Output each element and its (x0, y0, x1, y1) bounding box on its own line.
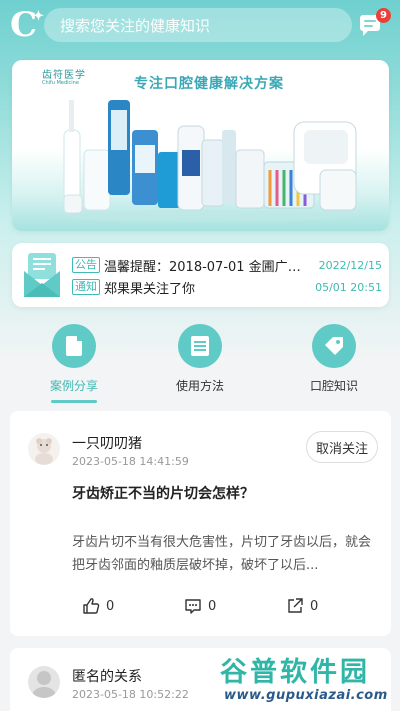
share-button[interactable]: 0 (286, 597, 318, 615)
category-nav: 案例分享 使用方法 口腔知识 (0, 320, 400, 405)
promo-banner[interactable]: 齿符医学 Chifu Medicine 专注口腔健康解决方案 (12, 60, 389, 231)
notice-card[interactable]: 公告 温馨提醒：2018-07-01 金圃广源系... 2022/12/15 通… (12, 243, 389, 307)
share-icon (288, 598, 303, 613)
like-count: 0 (106, 598, 115, 614)
notice-row[interactable]: 公告 温馨提醒：2018-07-01 金圃广源系... 2022/12/15 (72, 255, 382, 275)
app-logo: C ✦ (10, 5, 44, 45)
notice-tag: 公告 (72, 257, 100, 273)
tag-icon (312, 324, 356, 368)
tab-label: 案例分享 (49, 379, 98, 393)
watermark-url: www.gupuxiazai.com (224, 688, 388, 703)
app-header: C ✦ 搜索您关注的健康知识 9 (0, 0, 400, 52)
search-placeholder: 搜索您关注的健康知识 (60, 16, 211, 35)
post-time: 2023-05-18 14:41:59 (72, 455, 189, 468)
notice-date: 05/01 20:51 (315, 280, 382, 294)
comment-count: 0 (208, 598, 217, 614)
tab-oral-knowledge[interactable]: 口腔知识 (284, 320, 384, 394)
post-actions: 0 0 0 (72, 597, 378, 619)
unfollow-button[interactable]: 取消关注 (306, 431, 378, 463)
search-bar[interactable]: 搜索您关注的健康知识 (44, 8, 352, 42)
post-author[interactable]: 一只叨叨猪 (72, 433, 142, 453)
comment-icon (185, 599, 201, 614)
tab-usage-method[interactable]: 使用方法 (150, 320, 250, 394)
avatar[interactable] (28, 433, 60, 465)
banner-brand-sub: Chifu Medicine (42, 80, 79, 86)
notice-date: 2022/12/15 (318, 258, 382, 272)
notice-text: 温馨提醒：2018-07-01 金圃广源系... (104, 259, 313, 275)
tab-label: 使用方法 (175, 379, 224, 393)
comment-button[interactable]: 0 (184, 597, 216, 615)
watermark-title: 谷普软件园 (220, 657, 370, 688)
product-illustration (52, 100, 357, 222)
post-title[interactable]: 牙齿矫正不当的片切会怎样？ (72, 483, 254, 503)
list-icon (178, 324, 222, 368)
tab-case-sharing[interactable]: 案例分享 (24, 320, 124, 403)
message-badge: 9 (376, 8, 391, 23)
site-watermark: 谷普软件园 www.gupuxiazai.com (216, 648, 400, 711)
thumbs-up-icon (83, 598, 100, 614)
notice-text: 郑果果关注了你 (104, 281, 196, 297)
notice-tag: 通知 (72, 279, 100, 295)
post-card[interactable]: 一只叨叨猪 2023-05-18 14:41:59 取消关注 牙齿矫正不当的片切… (10, 411, 391, 636)
post-time: 2023-05-18 10:52:22 (72, 688, 189, 701)
like-button[interactable]: 0 (82, 597, 114, 615)
share-count: 0 (310, 598, 319, 614)
active-tab-indicator (51, 400, 97, 403)
post-author[interactable]: 匿名的关系 (72, 666, 142, 686)
avatar[interactable] (28, 666, 60, 698)
notice-row[interactable]: 通知 郑果果关注了你 05/01 20:51 (72, 277, 382, 297)
banner-brand: 齿符医学 (42, 70, 86, 81)
document-icon (52, 324, 96, 368)
notice-envelope-icon (24, 253, 60, 297)
tab-label: 口腔知识 (309, 379, 358, 393)
post-body[interactable]: 牙齿片切不当有很大危害性，片切了牙齿以后，就会把牙齿邻面的釉质层破坏掉，破坏了以… (72, 531, 378, 577)
